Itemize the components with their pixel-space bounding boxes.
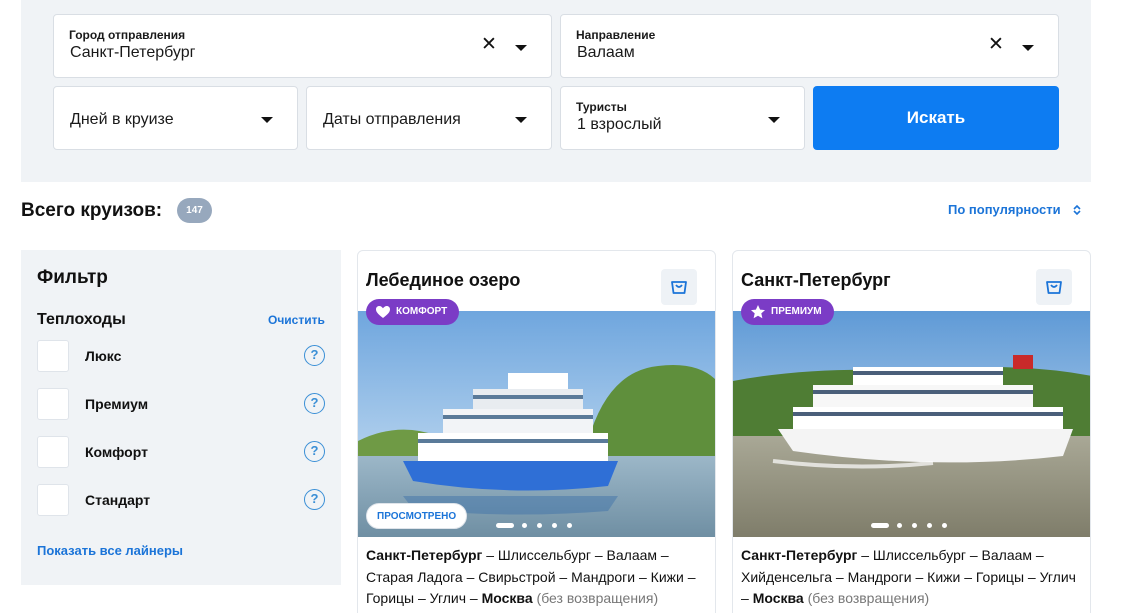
search-panel: Город отправления Санкт-Петербург ✕ Напр… [21,0,1091,182]
checkbox[interactable] [37,436,69,468]
pagination-dot[interactable] [552,523,557,528]
direction-value: Валаам [577,44,635,61]
direction-select[interactable]: Направление Валаам ✕ [560,14,1059,78]
help-icon[interactable]: ? [304,345,325,366]
checkbox[interactable] [37,484,69,516]
route-note: (без возвращения) [532,590,659,606]
filter-option-label: Люкс [85,348,122,364]
departure-city-label: Город отправления [69,28,186,42]
chevron-down-icon[interactable] [515,45,527,51]
filter-clear-link[interactable]: Очистить [268,313,325,327]
tourists-select[interactable]: Туристы 1 взрослый [560,86,805,150]
filter-option-label: Комфорт [85,444,148,460]
route-start: Санкт-Петербург [366,547,483,563]
help-icon[interactable]: ? [304,393,325,414]
heart-icon [376,306,390,318]
checkbox[interactable] [37,340,69,372]
pagination-dot[interactable] [897,523,902,528]
cruise-days-select[interactable]: Дней в круизе [53,86,298,150]
route-end: Москва [752,590,804,606]
cruise-card-title[interactable]: Лебединое озеро [366,270,520,291]
filter-option-label: Премиум [85,396,149,412]
tourists-label: Туристы [576,100,627,114]
departure-city-select[interactable]: Город отправления Санкт-Петербург ✕ [53,14,552,78]
cruise-card-title[interactable]: Санкт-Петербург [741,270,891,291]
sort-arrows-icon[interactable] [1073,204,1081,216]
departure-dates-placeholder: Даты отправления [323,111,461,128]
cruise-card[interactable]: Санкт-Петербург ПРЕМИУМ Санкт-Петербург … [732,250,1091,613]
cart-icon [671,281,687,294]
chevron-down-icon [261,117,273,123]
total-cruises-count: 147 [177,198,212,223]
route-end: Москва [481,590,533,606]
filter-option-premium[interactable]: Премиум ? [37,388,327,420]
departure-dates-select[interactable]: Даты отправления [306,86,552,150]
tourists-value: 1 взрослый [577,116,662,133]
total-cruises-label: Всего круизов: [21,200,163,221]
pagination-dot[interactable] [942,523,947,528]
cart-button[interactable] [661,269,697,305]
route-start: Санкт-Петербург [741,547,858,563]
close-icon[interactable]: ✕ [988,35,1004,54]
chevron-down-icon[interactable] [1022,45,1034,51]
ships-section-title: Теплоходы [37,311,126,328]
cart-button[interactable] [1036,269,1072,305]
pagination-dot[interactable] [927,523,932,528]
route-note: (без возвращения) [803,590,930,606]
pagination-dot[interactable] [912,523,917,528]
cruise-route: Санкт-Петербург – Шлиссельбург – Валаам … [366,545,706,610]
departure-city-value: Санкт-Петербург [70,44,196,61]
chevron-down-icon [768,117,780,123]
chevron-down-icon [515,117,527,123]
help-icon[interactable]: ? [304,441,325,462]
pagination-dot[interactable] [871,523,889,528]
pagination-dot[interactable] [496,523,514,528]
close-icon[interactable]: ✕ [481,35,497,54]
pagination-dot[interactable] [537,523,542,528]
show-all-ships-link[interactable]: Показать все лайнеры [37,543,183,558]
direction-label: Направление [576,28,656,42]
filter-option-label: Стандарт [85,492,151,508]
star-icon [751,305,765,319]
checkbox[interactable] [37,388,69,420]
cruise-days-placeholder: Дней в круизе [70,111,174,128]
filter-panel: Фильтр Теплоходы Очистить Люкс ? Премиум… [21,250,341,585]
search-button[interactable]: Искать [813,86,1059,150]
viewed-badge: ПРОСМОТРЕНО [366,503,468,529]
cart-icon [1046,281,1062,294]
pagination-dot[interactable] [522,523,527,528]
filter-option-standard[interactable]: Стандарт ? [37,484,327,516]
sort-popularity-link[interactable]: По популярности [948,202,1061,217]
help-icon[interactable]: ? [304,489,325,510]
cruise-ship-photo[interactable] [733,311,1090,537]
cruise-route: Санкт-Петербург – Шлиссельбург – Валаам … [741,545,1081,610]
filter-option-comfort[interactable]: Комфорт ? [37,436,327,468]
cruise-card[interactable]: Лебединое озеро КОМФОРТ ПРОСМОТРЕНО Санк… [357,250,716,613]
filter-title: Фильтр [37,267,108,288]
pagination-dot[interactable] [567,523,572,528]
filter-option-lux[interactable]: Люкс ? [37,340,327,372]
